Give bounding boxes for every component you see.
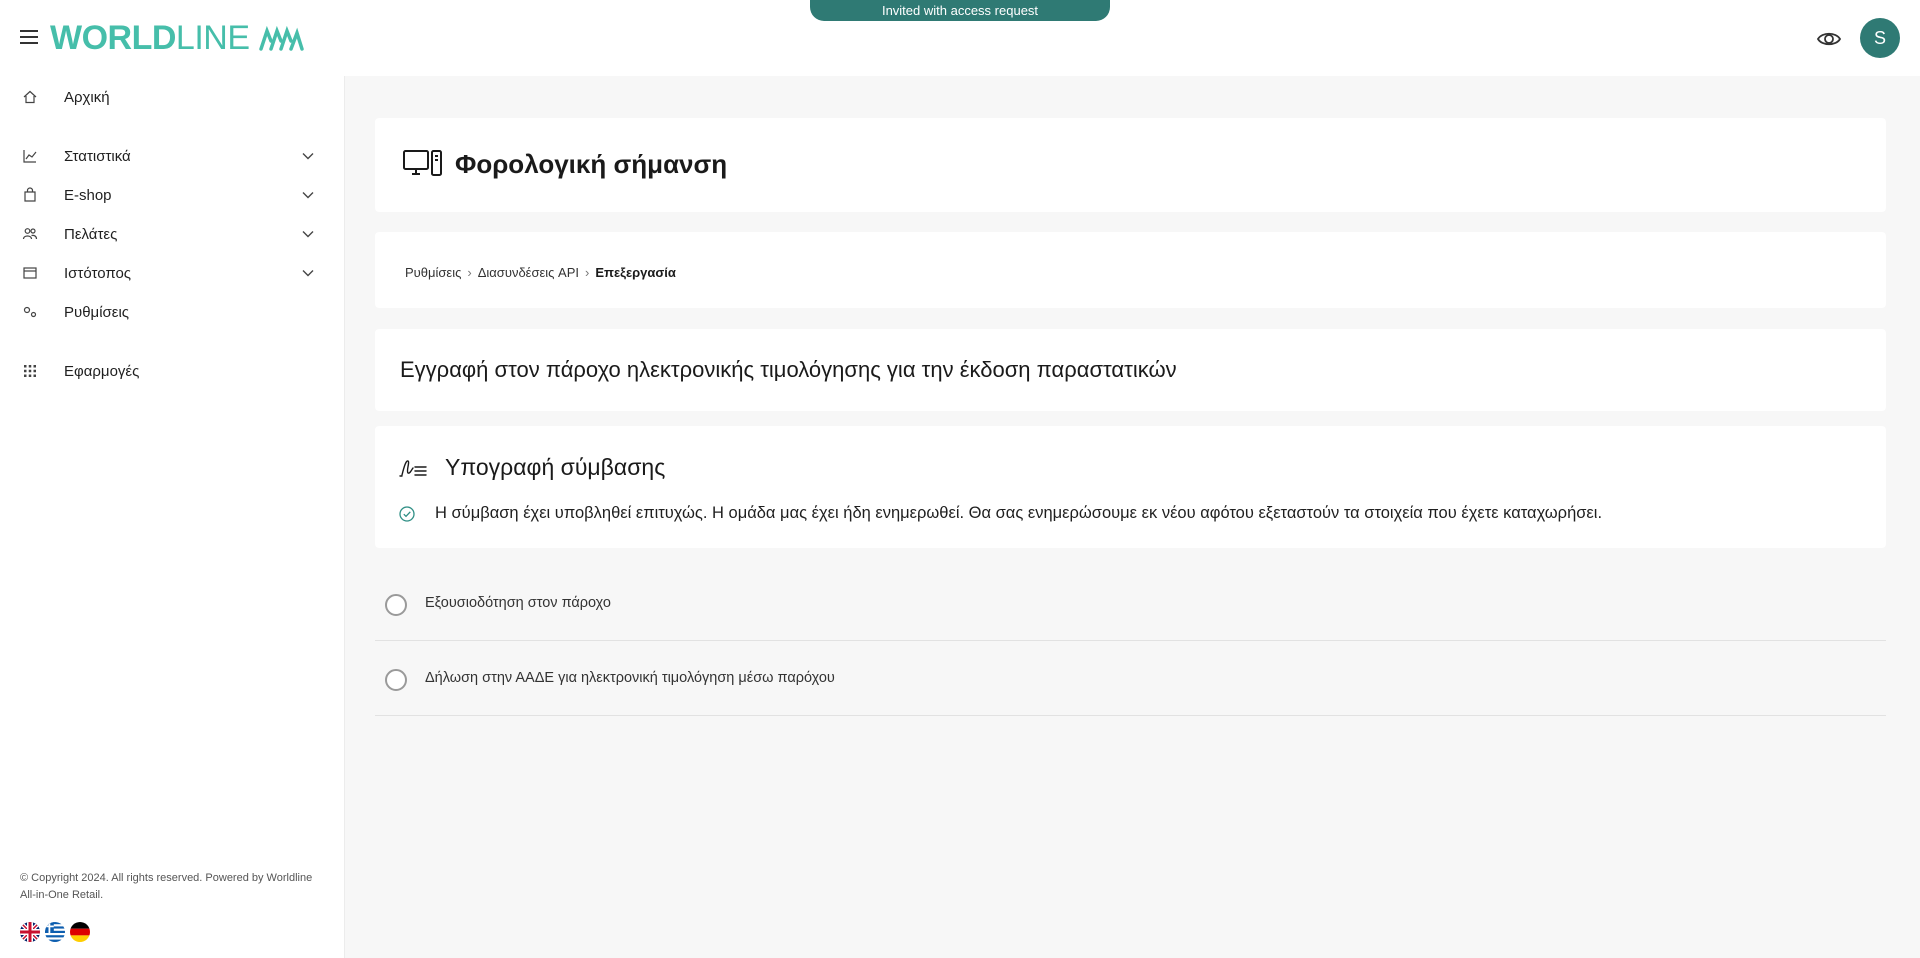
language-selector xyxy=(20,922,90,942)
signature-header: Υπογραφή σύμβασης xyxy=(399,454,665,481)
page-title: Φορολογική σήμανση xyxy=(455,148,728,179)
breadcrumb-separator-icon: › xyxy=(585,265,590,280)
step-aade-declaration[interactable]: Δήλωση στην ΑΑΔΕ για ηλεκτρονική τιμολόγ… xyxy=(375,642,1886,716)
signature-icon xyxy=(399,459,427,477)
sidebar-item-website[interactable]: Ιστότοπος xyxy=(0,255,344,291)
user-avatar[interactable]: S xyxy=(1860,18,1900,58)
sidebar-item-label: Ιστότοπος xyxy=(64,264,132,282)
logo-waves-icon xyxy=(258,25,304,51)
sidebar-item-home[interactable]: Αρχική xyxy=(0,79,344,115)
check-circle-icon xyxy=(399,505,415,522)
signature-title: Υπογραφή σύμβασης xyxy=(445,454,666,480)
shopping-bag-icon xyxy=(24,187,36,202)
step-label: Εξουσιοδότηση στον πάροχο xyxy=(425,595,611,611)
step-label: Δήλωση στην ΑΑΔΕ για ηλεκτρονική τιμολόγ… xyxy=(425,670,835,686)
worldline-logo[interactable]: WORLDLINE xyxy=(50,18,308,58)
breadcrumb: Ρυθμίσεις › Διασυνδέσεις API › Επεξεργασ… xyxy=(405,265,676,280)
hamburger-menu-icon[interactable] xyxy=(20,28,38,46)
breadcrumb-separator-icon: › xyxy=(467,265,472,280)
logo-wordmark: WORLDLINE xyxy=(50,18,250,57)
sidebar-item-customers[interactable]: Πελάτες xyxy=(0,216,344,252)
chevron-down-icon[interactable] xyxy=(300,265,316,281)
breadcrumb-settings[interactable]: Ρυθμίσεις xyxy=(405,265,461,280)
sidebar-item-statistics[interactable]: Στατιστικά xyxy=(0,138,344,174)
sidebar-item-apps[interactable]: Εφαρμογές xyxy=(0,353,344,389)
apps-grid-icon xyxy=(24,365,36,377)
browser-icon xyxy=(23,267,37,279)
sidebar-item-label: Πελάτες xyxy=(64,225,118,243)
sidebar-item-label: Εφαρμογές xyxy=(64,362,140,380)
main-content: Φορολογική σήμανση Ρυθμίσεις › Διασυνδέσ… xyxy=(345,76,1920,958)
breadcrumb-api-connections[interactable]: Διασυνδέσεις API xyxy=(478,265,579,280)
sidebar-item-label: Ρυθμίσεις xyxy=(64,303,130,321)
registration-title: Εγγραφή στον πάροχο ηλεκτρονικής τιμολόγ… xyxy=(400,357,1177,382)
sidebar-item-eshop[interactable]: E-shop xyxy=(0,177,344,213)
sidebar-item-settings[interactable]: Ρυθμίσεις xyxy=(0,294,344,330)
signature-card: Υπογραφή σύμβασης Η σύμβαση έχει υποβληθ… xyxy=(375,426,1886,548)
computer-terminal-icon xyxy=(403,150,442,176)
top-header: WORLDLINE Invited with access request S xyxy=(0,0,1920,76)
home-icon xyxy=(23,90,37,104)
greece-flag-icon[interactable] xyxy=(45,922,65,942)
step-radio[interactable] xyxy=(385,669,407,691)
breadcrumb-current: Επεξεργασία xyxy=(595,265,676,280)
users-icon xyxy=(22,228,38,240)
sidebar-item-label: Αρχική xyxy=(64,88,110,106)
sidebar-item-label: E-shop xyxy=(64,186,112,204)
sidebar: Αρχική Στατιστικά E-shop Πελάτες Ιστότοπ… xyxy=(0,76,345,958)
chevron-down-icon[interactable] xyxy=(300,148,316,164)
settings-icon xyxy=(23,306,37,318)
signature-status: Η σύμβαση έχει υποβληθεί επιτυχώς. Η ομά… xyxy=(399,504,1602,523)
invite-status-banner: Invited with access request xyxy=(810,0,1110,21)
breadcrumb-card: Ρυθμίσεις › Διασυνδέσεις API › Επεξεργασ… xyxy=(375,232,1886,308)
chart-icon xyxy=(23,150,37,163)
copyright-text: © Copyright 2024. All rights reserved. P… xyxy=(20,872,313,901)
uk-flag-icon[interactable] xyxy=(20,922,40,942)
eye-icon[interactable] xyxy=(1816,26,1842,52)
page-title-wrapper: Φορολογική σήμανση xyxy=(403,148,727,180)
signature-success-message: Η σύμβαση έχει υποβληθεί επιτυχώς. Η ομά… xyxy=(435,504,1603,522)
chevron-down-icon[interactable] xyxy=(300,187,316,203)
registration-card: Εγγραφή στον πάροχο ηλεκτρονικής τιμολόγ… xyxy=(375,329,1886,411)
step-provider-authorization[interactable]: Εξουσιοδότηση στον πάροχο xyxy=(375,567,1886,641)
germany-flag-icon[interactable] xyxy=(70,922,90,942)
step-radio[interactable] xyxy=(385,594,407,616)
page-title-card: Φορολογική σήμανση xyxy=(375,118,1886,212)
chevron-down-icon[interactable] xyxy=(300,226,316,242)
sidebar-item-label: Στατιστικά xyxy=(64,147,131,165)
